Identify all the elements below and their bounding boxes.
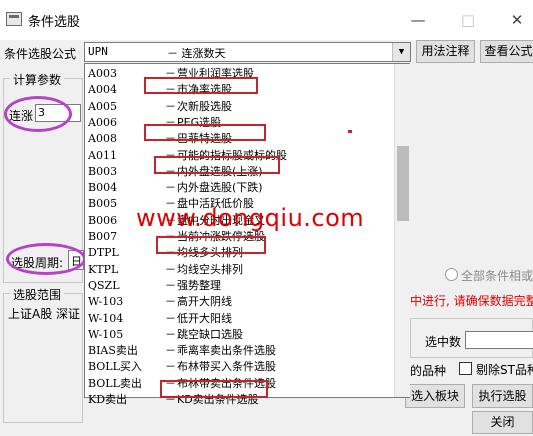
- window-title: 条件选股: [28, 15, 81, 30]
- scrollbar-thumb[interactable]: [397, 146, 409, 221]
- dropdown-item-dash: －: [165, 181, 176, 195]
- dropdown-item-code: B006: [88, 213, 118, 227]
- dropdown-item[interactable]: A005 －次新股选股: [85, 98, 393, 115]
- varieties-text: 的品种: [410, 364, 447, 378]
- dropdown-item-code: QSZL: [88, 278, 120, 292]
- dropdown-item-code: B007: [88, 230, 118, 243]
- params-group-title: 计算参数: [10, 71, 65, 88]
- ellipse-annotation: [6, 243, 86, 275]
- dropdown-item-code: A011: [88, 148, 117, 162]
- dropdown-item-dash: －: [165, 311, 176, 325]
- exclude-st-label: 剔除ST品种: [476, 363, 533, 377]
- formula-label: 条件选股公式: [4, 47, 77, 61]
- dropdown-item-desc: 跳空缺口选股: [177, 327, 243, 341]
- dropdown-item-code: W-104: [88, 311, 124, 325]
- maximize-button[interactable]: □: [448, 8, 488, 32]
- close-button[interactable]: 关闭: [472, 411, 533, 434]
- dropdown-item-dash: －: [165, 344, 176, 358]
- dropdown-item-dash: －: [165, 360, 176, 374]
- red-dot: [348, 130, 352, 133]
- dropdown-item-code: B005: [88, 197, 118, 211]
- highlight-box: [144, 77, 258, 94]
- dropdown-item[interactable]: W-104 －低开大阳线: [85, 310, 393, 327]
- highlight-box: [154, 156, 280, 174]
- dropdown-item-desc: 乖离率卖出条件选股: [177, 344, 276, 358]
- dropdown-item-code: BOLL买入: [88, 360, 142, 374]
- dropdown-item-dash: －: [165, 262, 176, 276]
- run-selection-button[interactable]: 执行选股: [472, 384, 533, 408]
- dropdown-item-dash: －: [165, 327, 176, 341]
- dropdown-item-code: A005: [88, 99, 117, 113]
- warning-text: 中进行, 请确保数据完整: [410, 294, 533, 308]
- dropdown-item-code: A006: [88, 115, 117, 129]
- dropdown-item[interactable]: KTPL －均线空头排列: [85, 261, 393, 278]
- dropdown-item-code: A003: [88, 67, 117, 80]
- scope-group-title: 选股范围: [10, 286, 65, 303]
- dropdown-item[interactable]: W-105 －跳空缺口选股: [85, 326, 393, 343]
- dropdown-item-desc: 高开大阴线: [177, 295, 232, 309]
- dropdown-item[interactable]: QSZL －强势整理: [85, 277, 393, 294]
- dropdown-item-desc: 内外盘选股(下跌): [177, 181, 263, 195]
- selected-count-field: [465, 331, 533, 349]
- dropdown-item-code: W-103: [88, 295, 124, 309]
- dropdown-item-code: B003: [88, 164, 118, 178]
- dropdown-item-code: BIAS卖出: [88, 344, 138, 358]
- close-window-button[interactable]: ✕: [497, 8, 533, 32]
- dropdown-item-desc: 次新股选股: [177, 99, 232, 113]
- dropdown-item-code: KTPL: [88, 262, 119, 276]
- dropdown-item-code: B004: [88, 181, 118, 195]
- exclude-st-checkbox[interactable]: [459, 362, 472, 375]
- dropdown-item[interactable]: W-103 －高开大阴线: [85, 293, 393, 310]
- dropdown-item-desc: 低开大阳线: [177, 311, 232, 325]
- dropdown-item-desc: 强势整理: [177, 278, 221, 292]
- scope-items: 上证A股 深证: [8, 307, 81, 321]
- usage-notes-button[interactable]: 用法注释: [416, 40, 475, 63]
- formula-selected-code: UPN: [88, 45, 108, 58]
- chevron-down-icon[interactable]: ▼: [392, 43, 410, 61]
- dropdown-item-code: BOLL卖出: [88, 376, 142, 390]
- dropdown-item-code: A004: [88, 83, 117, 97]
- minimize-button[interactable]: —: [398, 8, 438, 32]
- formula-selected-desc: － 连涨数天: [167, 47, 226, 60]
- dropdown-item-code: KD卖出: [88, 393, 128, 406]
- dropdown-item[interactable]: BIAS卖出 －乖离率卖出条件选股: [85, 342, 393, 359]
- selected-count-label: 选中数: [425, 335, 462, 349]
- ellipse-annotation: [4, 96, 72, 132]
- dropdown-item-dash: －: [165, 295, 176, 309]
- dropdown-item-code: A008: [88, 132, 117, 146]
- dropdown-item-desc: 布林带买入条件选股: [177, 360, 276, 374]
- dropdown-item-dash: －: [165, 278, 176, 292]
- watermark-text: www.dongqiu.com: [136, 204, 365, 232]
- all-conditions-radio[interactable]: [445, 268, 458, 281]
- formula-select[interactable]: UPN － 连涨数天 ▼: [84, 42, 411, 62]
- dropdown-item-desc: 均线空头排列: [177, 262, 243, 276]
- dropdown-item-code: DTPL: [88, 246, 119, 260]
- dropdown-item-dash: －: [165, 99, 176, 113]
- highlight-box: [160, 380, 268, 398]
- highlight-box: [156, 236, 266, 254]
- dropdown-item[interactable]: BOLL买入 －布林带买入条件选股: [85, 358, 393, 375]
- app-icon: [6, 12, 22, 26]
- all-conditions-label: 全部条件相或: [461, 269, 533, 283]
- add-to-block-button[interactable]: 选入板块: [405, 384, 465, 408]
- dropdown-item-code: W-105: [88, 327, 124, 341]
- highlight-box: [144, 124, 266, 141]
- dropdown-scrollbar[interactable]: [394, 64, 410, 397]
- dropdown-item[interactable]: B004 －内外盘选股(下跌): [85, 179, 393, 196]
- view-formula-button[interactable]: 查看公式: [480, 40, 533, 63]
